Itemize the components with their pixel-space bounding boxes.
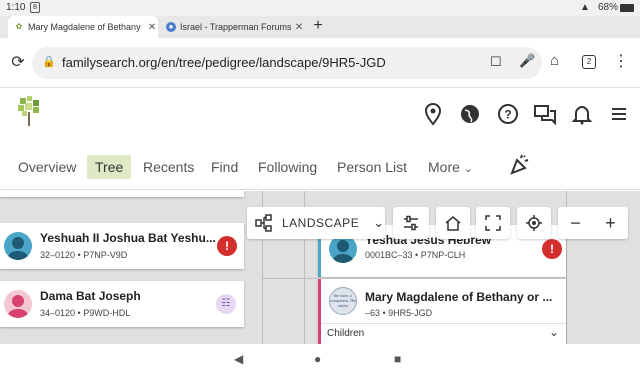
home-icon [445,216,461,231]
home-circle-icon[interactable]: ● [314,352,321,366]
chevron-down-icon: ⌄ [549,325,560,339]
svg-text:?: ? [504,108,511,122]
nav-find[interactable]: Find [211,155,238,179]
help-icon[interactable]: ? [496,102,520,126]
fullscreen-icon [485,215,501,231]
recenter-button[interactable] [517,207,551,239]
person-card[interactable]: Yeshuah II Joshua Bat Yeshu... 32–0120 •… [0,223,244,269]
fullscreen-button[interactable] [476,207,510,239]
person-photo: the sister, a companion, The sisters [329,287,357,315]
person-lifespan-id: –63 • 9HR5-JGD [365,308,433,318]
battery-percent: 68% [598,2,619,13]
view-selector-dropdown[interactable]: LANDSCAPE ⌄ [247,207,385,239]
wifi-icon: ▲ [580,2,590,13]
sliders-icon [404,215,418,231]
more-options-icon[interactable]: ⋮ [613,51,629,71]
zoom-in-button[interactable]: + [605,213,616,234]
chat-icon[interactable] [533,102,557,126]
recents-square-icon[interactable]: ■ [394,352,401,366]
new-tab-button[interactable]: + [310,16,326,38]
tab-close-icon[interactable]: ✕ [293,22,305,33]
person-name[interactable]: Yeshuah II Joshua Bat Yeshu... [40,231,215,245]
focus-person-card[interactable]: the sister, a companion, The sisters Mar… [318,279,566,344]
nav-more-label: More [428,159,460,175]
person-lifespan-id: 34–0120 • P9WD-HDL [40,308,131,318]
familysearch-logo-icon[interactable] [16,96,42,126]
research-alert-icon[interactable]: ! [542,239,562,259]
nav-tree[interactable]: Tree [87,155,132,179]
bell-icon[interactable] [570,102,594,126]
back-icon[interactable]: ◀ [234,352,243,366]
lock-icon[interactable]: 🔒 [42,55,56,69]
person-card[interactable]: Dama Bat Joseph 34–0120 • P9WD-HDL ☷ [0,281,244,327]
chevron-down-icon: ⌄ [373,215,385,230]
zoom-controls: − + [558,207,628,239]
home-icon[interactable]: ⌂ [550,52,559,69]
landscape-view-icon [255,214,272,232]
nav-person-list[interactable]: Person List [337,155,407,179]
children-label: Children [327,328,365,339]
reload-icon[interactable]: ⟳ [8,53,28,73]
bookmark-icon[interactable]: ☐ [490,54,502,70]
nav-overview[interactable]: Overview [18,155,76,179]
person-lifespan-id: 32–0120 • P7NP-V9D [40,250,128,260]
target-icon [526,215,542,231]
view-selector-label: LANDSCAPE [282,216,360,230]
android-navigation-bar: ◀ ● ■ [0,344,640,375]
tree-navigation: Overview Tree Recents Find Following Per… [0,140,640,190]
person-photo-text: the sister, a companion, The sisters [330,293,356,308]
person-lifespan-id: 0001BC–33 • P7NP-CLH [365,250,466,260]
person-card-partial[interactable] [0,191,244,197]
microphone-icon[interactable]: 🎤 [519,53,535,69]
chevron-down-icon: ⌄ [463,163,474,175]
home-person-button[interactable] [436,207,470,239]
tree-connector-line [262,278,318,279]
male-avatar-icon [329,235,357,263]
notification-icon: 8 [30,2,40,13]
tab-title: Israel - Trapperman Forums [180,22,292,32]
record-hint-icon[interactable]: ☷ [216,294,236,314]
familysearch-tree-favicon-icon: ✿ [15,22,23,31]
tab-switcher-button[interactable]: 2 [582,55,596,69]
url-text[interactable]: familysearch.org/en/tree/pedigree/landsc… [62,55,386,70]
site-header: ? [0,88,640,140]
hamburger-menu-icon[interactable] [607,102,631,126]
nav-more[interactable]: More ⌄ [428,155,473,179]
settings-sliders-button[interactable] [393,207,429,239]
globe-icon[interactable] [458,102,482,126]
location-pin-icon[interactable] [421,102,445,126]
battery-icon [620,4,634,12]
globe-favicon-icon: ● [166,22,176,32]
status-time: 1:10 [6,2,26,13]
children-dropdown[interactable]: Children ⌄ [321,323,566,344]
research-alert-icon[interactable]: ! [217,236,237,256]
tab-title: Mary Magdalene of Bethany [28,22,141,32]
browser-tab-active[interactable]: ✿ Mary Magdalene of Bethany ✕ [8,16,158,38]
browser-tab-inactive[interactable]: ● Israel - Trapperman Forums ✕ [160,16,305,38]
zoom-out-button[interactable]: − [570,213,581,234]
android-status-bar: 1:10 8 ▲ 68% [0,0,640,16]
tab-close-icon[interactable]: ✕ [146,22,158,33]
address-bar[interactable]: 🔒 familysearch.org/en/tree/pedigree/land… [32,47,542,79]
person-name[interactable]: Dama Bat Joseph [40,289,215,303]
female-avatar-icon [4,290,32,318]
male-avatar-icon [4,232,32,260]
person-name[interactable]: Mary Magdalene of Bethany or ... [365,290,561,304]
nav-following[interactable]: Following [258,155,317,179]
nav-recents[interactable]: Recents [143,155,194,179]
browser-toolbar: ⟳ 🔒 familysearch.org/en/tree/pedigree/la… [0,38,640,88]
celebration-icon[interactable] [508,152,532,176]
